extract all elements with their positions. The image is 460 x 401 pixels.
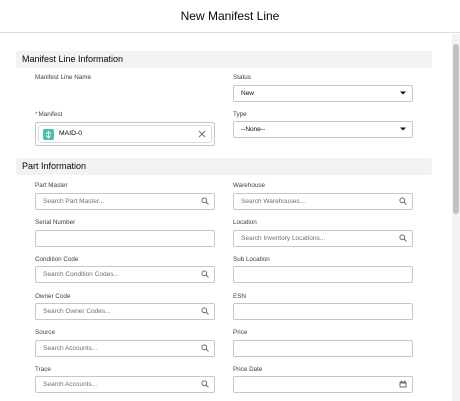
manifest-pill[interactable]: MAID-0 <box>38 125 212 143</box>
source-input[interactable]: Search Accounts... <box>35 340 215 357</box>
modal-header: New Manifest Line <box>0 0 460 33</box>
esn-input[interactable] <box>233 303 413 320</box>
owner-code-placeholder: Search Owner Codes... <box>43 308 111 315</box>
modal-body: Manifest Line Information Manifest Line … <box>0 34 452 401</box>
label-manifest-text: Manifest <box>38 111 63 118</box>
chevron-down-icon <box>400 91 406 95</box>
label-manifest-line-name: Manifest Line Name <box>35 74 91 81</box>
manifest-object-icon <box>43 129 54 140</box>
label-condition-code: Condition Code <box>35 256 79 263</box>
status-select[interactable]: New <box>233 85 413 102</box>
label-type: Type <box>233 111 247 118</box>
scrollbar[interactable] <box>452 34 460 401</box>
serial-number-input[interactable] <box>35 230 215 247</box>
label-price-date: Price Date <box>233 366 263 373</box>
section-header-part-info[interactable]: Part Information <box>16 158 432 175</box>
close-icon[interactable] <box>198 130 206 138</box>
source-placeholder: Search Accounts... <box>43 345 98 352</box>
type-value: --None-- <box>241 126 266 133</box>
search-icon <box>201 197 209 205</box>
condition-code-input[interactable]: Search Condition Codes... <box>35 266 215 283</box>
modal-title: New Manifest Line <box>180 9 280 23</box>
warehouse-placeholder: Search Warehouses... <box>241 198 306 205</box>
location-placeholder: Search Inventory Locations... <box>241 235 326 242</box>
scrollbar-thumb[interactable] <box>453 44 459 214</box>
label-serial-number: Serial Number <box>35 219 76 226</box>
location-input[interactable]: Search Inventory Locations... <box>233 230 413 247</box>
part-master-placeholder: Search Part Master... <box>43 198 105 205</box>
search-icon <box>201 380 209 388</box>
label-trace: Trace <box>35 366 51 373</box>
label-source: Source <box>35 329 55 336</box>
trace-input[interactable]: Search Accounts... <box>35 376 215 393</box>
manifest-lookup[interactable]: MAID-0 <box>35 122 215 146</box>
label-location: Location <box>233 219 257 226</box>
search-icon <box>201 344 209 352</box>
search-icon <box>399 234 407 242</box>
condition-code-placeholder: Search Condition Codes... <box>43 271 119 278</box>
sub-location-input[interactable] <box>233 266 413 283</box>
label-sub-location: Sub Location <box>233 256 270 263</box>
trace-placeholder: Search Accounts... <box>43 381 98 388</box>
status-value: New <box>241 90 255 97</box>
section-title: Part Information <box>22 161 87 171</box>
section-title: Manifest Line Information <box>22 54 124 64</box>
label-warehouse: Warehouse <box>233 182 265 189</box>
label-status: Status <box>233 74 251 81</box>
label-esn: ESN <box>233 293 246 300</box>
search-icon <box>399 197 407 205</box>
type-select[interactable]: --None-- <box>233 121 413 138</box>
price-date-input[interactable] <box>233 376 413 393</box>
section-header-manifest-info[interactable]: Manifest Line Information <box>16 51 432 68</box>
label-owner-code: Owner Code <box>35 293 71 300</box>
search-icon <box>201 270 209 278</box>
search-icon <box>201 307 209 315</box>
owner-code-input[interactable]: Search Owner Codes... <box>35 303 215 320</box>
manifest-value: MAID-0 <box>59 130 83 137</box>
price-input[interactable] <box>233 340 413 357</box>
label-part-master: Part Master <box>35 182 68 189</box>
label-manifest: *Manifest <box>35 111 62 118</box>
chevron-down-icon <box>400 127 406 131</box>
warehouse-input[interactable]: Search Warehouses... <box>233 193 413 210</box>
part-master-input[interactable]: Search Part Master... <box>35 193 215 210</box>
calendar-icon[interactable] <box>399 380 407 388</box>
label-price: Price <box>233 329 248 336</box>
